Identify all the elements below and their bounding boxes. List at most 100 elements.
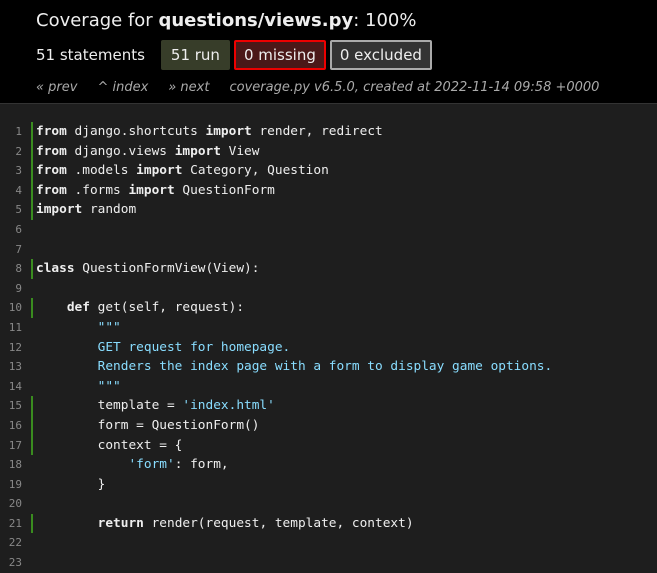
source-line: 1 from django.shortcuts import render, re… xyxy=(0,122,657,142)
code-text: template = xyxy=(36,398,183,414)
code-string: 'index.html' xyxy=(182,398,275,414)
line-number[interactable]: 10 xyxy=(0,298,31,318)
code-keyword: from xyxy=(36,163,67,179)
line-number[interactable]: 16 xyxy=(0,416,31,436)
line-number[interactable]: 1 xyxy=(0,122,31,142)
source-line: 20 xyxy=(0,494,657,514)
code-keyword: import xyxy=(136,163,183,179)
line-number[interactable]: 18 xyxy=(0,455,31,475)
line-number[interactable]: 19 xyxy=(0,475,31,495)
title-filename: questions/views.py xyxy=(158,10,354,31)
excluded-toggle-button[interactable]: 0 excluded xyxy=(329,40,432,70)
code-text: } xyxy=(36,476,106,492)
run-toggle-button[interactable]: 51 run xyxy=(160,40,230,70)
line-code: from django.views import View xyxy=(31,141,657,162)
source-line: 18 'form': form, xyxy=(0,455,657,475)
source-line: 2 from django.views import View xyxy=(0,141,657,162)
source-line: 17 context = { xyxy=(0,435,657,456)
line-code: """ xyxy=(31,318,657,338)
code-keyword: from xyxy=(36,124,67,139)
source-listing: 1 from django.shortcuts import render, re… xyxy=(0,104,657,573)
code-string: GET request for homepage. xyxy=(97,339,291,355)
page-title: Coverage for questions/views.py: 100% xyxy=(36,9,657,33)
index-link[interactable]: ^ index xyxy=(97,80,148,95)
code-text: : form, xyxy=(174,457,229,473)
source-line: 3 from .models import Category, Question xyxy=(0,161,657,181)
line-number[interactable]: 8 xyxy=(0,259,31,279)
code-keyword: from xyxy=(36,182,67,198)
line-number[interactable]: 14 xyxy=(0,377,31,397)
line-number[interactable]: 21 xyxy=(0,514,31,534)
code-text: QuestionForm xyxy=(174,182,275,198)
code-text: .forms xyxy=(66,182,129,198)
line-number[interactable]: 4 xyxy=(0,181,31,201)
source-line: 12 GET request for homepage. xyxy=(0,338,657,358)
line-code: form = QuestionForm() xyxy=(31,415,657,436)
source-line: 21 return render(request, template, cont… xyxy=(0,513,657,534)
code-string: Renders the index page with a form to di… xyxy=(97,359,553,375)
created-info: coverage.py v6.5.0, created at 2022-11-1… xyxy=(229,80,600,95)
line-number[interactable]: 9 xyxy=(0,279,31,299)
line-number[interactable]: 6 xyxy=(0,220,31,240)
code-string: """ xyxy=(97,378,121,394)
line-code: return render(request, template, context… xyxy=(31,513,657,534)
line-code: from .models import Category, Question xyxy=(31,161,657,181)
source-line: 6 xyxy=(0,220,657,240)
code-text: context = { xyxy=(36,437,183,453)
line-number[interactable]: 13 xyxy=(0,357,31,377)
code-keyword: import xyxy=(36,202,83,218)
line-code: template = 'index.html' xyxy=(31,396,657,416)
code-text: .models xyxy=(66,163,137,179)
line-code: import random xyxy=(31,200,657,220)
line-code: from .forms import QuestionForm xyxy=(31,180,657,201)
line-number[interactable]: 11 xyxy=(0,318,31,338)
source-line: 10 def get(self, request): xyxy=(0,298,657,318)
line-number[interactable]: 23 xyxy=(0,553,31,573)
code-keyword: return xyxy=(97,515,144,531)
source-line: 16 form = QuestionForm() xyxy=(0,415,657,436)
code-text: Category, Question xyxy=(182,163,329,179)
code-text: get(self, request): xyxy=(89,300,245,316)
code-text: django.views xyxy=(66,143,175,159)
source-line: 19 } xyxy=(0,475,657,495)
source-line: 14 """ xyxy=(0,377,657,397)
line-number[interactable]: 15 xyxy=(0,396,31,416)
code-text: random xyxy=(82,202,137,218)
source-line: 9 xyxy=(0,279,657,299)
source-line: 7 xyxy=(0,240,657,260)
line-number[interactable]: 3 xyxy=(0,161,31,181)
code-text: QuestionFormView(View): xyxy=(74,261,260,277)
line-number[interactable]: 20 xyxy=(0,494,31,514)
line-number[interactable]: 12 xyxy=(0,338,31,358)
missing-toggle-button[interactable]: 0 missing xyxy=(233,40,326,70)
statements-count: 51 statements xyxy=(36,46,145,64)
line-number[interactable]: 5 xyxy=(0,200,31,220)
code-keyword: import xyxy=(128,182,175,198)
prev-link[interactable]: « prev xyxy=(36,80,77,95)
next-link[interactable]: » next xyxy=(168,80,209,95)
source-line: 5 import random xyxy=(0,200,657,220)
line-code: from django.shortcuts import render, red… xyxy=(31,122,657,142)
line-code: context = { xyxy=(31,435,657,456)
title-percent: : 100% xyxy=(353,10,417,31)
line-code: class QuestionFormView(View): xyxy=(31,259,657,279)
source-line: 11 """ xyxy=(0,318,657,338)
page-header: Coverage for questions/views.py: 100% 51… xyxy=(0,0,657,104)
line-number[interactable]: 2 xyxy=(0,142,31,162)
line-number[interactable]: 17 xyxy=(0,436,31,456)
line-code: 'form': form, xyxy=(31,455,657,475)
line-number[interactable]: 7 xyxy=(0,240,31,260)
line-number[interactable]: 22 xyxy=(0,533,31,553)
stats-bar: 51 statements 51 run 0 missing 0 exclude… xyxy=(36,40,657,70)
